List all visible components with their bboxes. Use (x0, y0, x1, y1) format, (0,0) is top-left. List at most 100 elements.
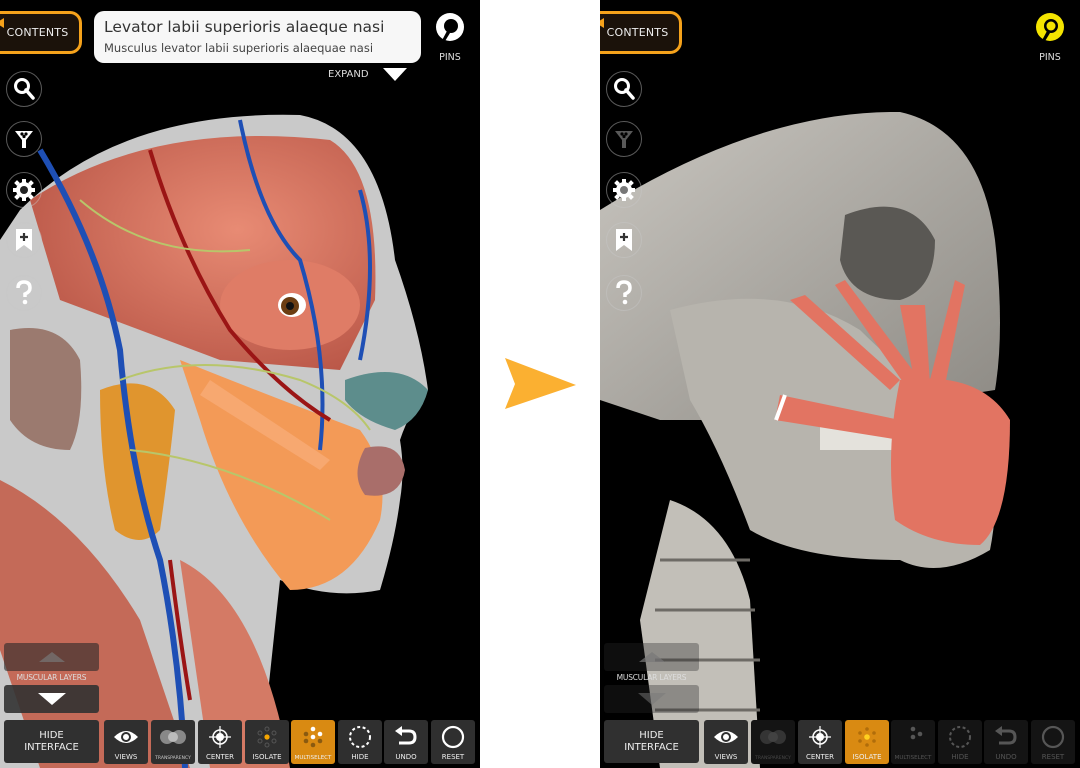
layers-label: MUSCULAR LAYERS (616, 673, 687, 682)
undo-button[interactable]: UNDO (984, 720, 1028, 764)
filter-icon (615, 131, 633, 148)
layer-down-button[interactable] (604, 685, 699, 713)
transition-arrow-icon (505, 358, 576, 409)
panel-before: CONTENTS Levator labii superioris alaequ… (0, 0, 480, 768)
help-icon (16, 280, 32, 305)
crosshair-icon (209, 726, 231, 748)
pins-button[interactable]: PINS (430, 12, 470, 63)
views-label: VIEWS (714, 753, 738, 761)
eye-icon (714, 731, 738, 743)
undo-label: UNDO (395, 753, 417, 761)
center-button[interactable]: CENTER (198, 720, 242, 764)
panel-after: CONTENTS PINS MUSCULAR LAYERS HIDE INTER… (600, 0, 1080, 768)
multiselect-button[interactable]: MULTISELECT (891, 720, 935, 764)
search-button[interactable] (606, 71, 642, 107)
contents-button[interactable]: CONTENTS (600, 11, 682, 54)
chevron-down-icon (382, 68, 407, 81)
eye-icon (114, 731, 138, 743)
reset-button[interactable]: RESET (431, 720, 475, 764)
settings-button[interactable] (606, 172, 642, 208)
center-label: CENTER (805, 753, 835, 761)
structure-title-box[interactable]: Levator labii superioris alaeque nasi Mu… (94, 11, 421, 63)
hide-interface-button[interactable]: HIDE INTERFACE (4, 720, 99, 763)
hide-button[interactable]: HIDE (338, 720, 382, 764)
undo-label: UNDO (995, 753, 1017, 761)
gear-icon (13, 179, 35, 201)
transparency-button[interactable]: TRANSPARENCY (751, 720, 795, 764)
filter-icon (15, 131, 33, 148)
contents-button[interactable]: CONTENTS (0, 11, 82, 54)
help-button[interactable] (606, 275, 642, 311)
bookmark-button[interactable] (606, 222, 642, 258)
isolate-button[interactable]: ISOLATE (845, 720, 889, 764)
layers-label: MUSCULAR LAYERS (16, 673, 87, 682)
settings-button[interactable] (6, 172, 42, 208)
hide-label: HIDE (951, 753, 969, 761)
center-button[interactable]: CENTER (798, 720, 842, 764)
isolate-button[interactable]: ISOLATE (245, 720, 289, 764)
isolate-icon (257, 726, 277, 748)
isolate-label: ISOLATE (252, 753, 282, 761)
views-label: VIEWS (114, 753, 138, 761)
layer-down-button[interactable] (4, 685, 99, 713)
multiselect-label: MULTISELECT (294, 755, 332, 761)
layer-up-button[interactable] (4, 643, 99, 671)
transparency-button[interactable]: TRANSPARENCY (151, 720, 195, 764)
undo-icon (995, 726, 1017, 745)
circle-icon (441, 725, 465, 749)
bookmark-button[interactable] (6, 222, 42, 258)
reset-label: RESET (1041, 753, 1065, 761)
multiselect-button[interactable]: MULTISELECT (291, 720, 335, 764)
hide-button[interactable]: HIDE (938, 720, 982, 764)
structure-title: Levator labii superioris alaeque nasi (104, 18, 385, 36)
help-icon (616, 280, 632, 305)
pin-icon (436, 13, 464, 46)
hide-interface-button[interactable]: HIDE INTERFACE (604, 720, 699, 763)
hide-interface-line2: INTERFACE (24, 741, 79, 753)
circle-icon (1041, 725, 1065, 749)
comparison-stage: CONTENTS Levator labii superioris alaequ… (0, 0, 1080, 768)
back-arrow-icon (0, 18, 4, 28)
multiselect-label: MULTISELECT (894, 755, 932, 761)
chevron-down-icon (37, 693, 66, 705)
reset-button[interactable]: RESET (1031, 720, 1075, 764)
expand-button[interactable]: EXPAND (328, 68, 407, 81)
undo-icon (395, 726, 417, 745)
transparency-label: TRANSPARENCY (755, 756, 791, 761)
hide-interface-line1: HIDE (639, 729, 664, 741)
multiselect-icon (303, 726, 323, 748)
views-button[interactable]: VIEWS (704, 720, 748, 764)
contents-label: CONTENTS (606, 26, 669, 39)
reset-label: RESET (441, 753, 465, 761)
search-icon (614, 78, 635, 100)
help-button[interactable] (6, 275, 42, 311)
layer-up-button[interactable] (604, 643, 699, 671)
back-arrow-icon (600, 18, 604, 28)
multiselect-icon (910, 726, 923, 740)
isolate-label: ISOLATE (852, 753, 882, 761)
filter-button[interactable] (606, 121, 642, 157)
center-label: CENTER (205, 753, 235, 761)
pin-icon (1036, 13, 1064, 46)
expand-label: EXPAND (328, 69, 369, 80)
transparency-label: TRANSPARENCY (155, 756, 191, 761)
bookmark-add-icon (616, 229, 632, 251)
search-icon (14, 78, 35, 100)
undo-button[interactable]: UNDO (384, 720, 428, 764)
chevron-up-icon (38, 652, 65, 662)
dashed-circle-icon (949, 726, 971, 748)
structure-latin-name: Musculus levator labii superioris alaequ… (104, 41, 374, 55)
views-button[interactable]: VIEWS (104, 720, 148, 764)
hide-interface-line1: HIDE (39, 729, 64, 741)
filter-button[interactable] (6, 121, 42, 157)
dashed-circle-icon (349, 726, 371, 748)
hide-interface-line2: INTERFACE (624, 741, 679, 753)
chevron-up-icon (638, 652, 665, 662)
contents-label: CONTENTS (6, 26, 69, 39)
search-button[interactable] (6, 71, 42, 107)
chevron-down-icon (637, 693, 666, 705)
pins-button[interactable]: PINS (1030, 12, 1070, 63)
transparency-icon (760, 730, 786, 744)
hide-label: HIDE (351, 753, 369, 761)
transparency-icon (160, 730, 186, 744)
